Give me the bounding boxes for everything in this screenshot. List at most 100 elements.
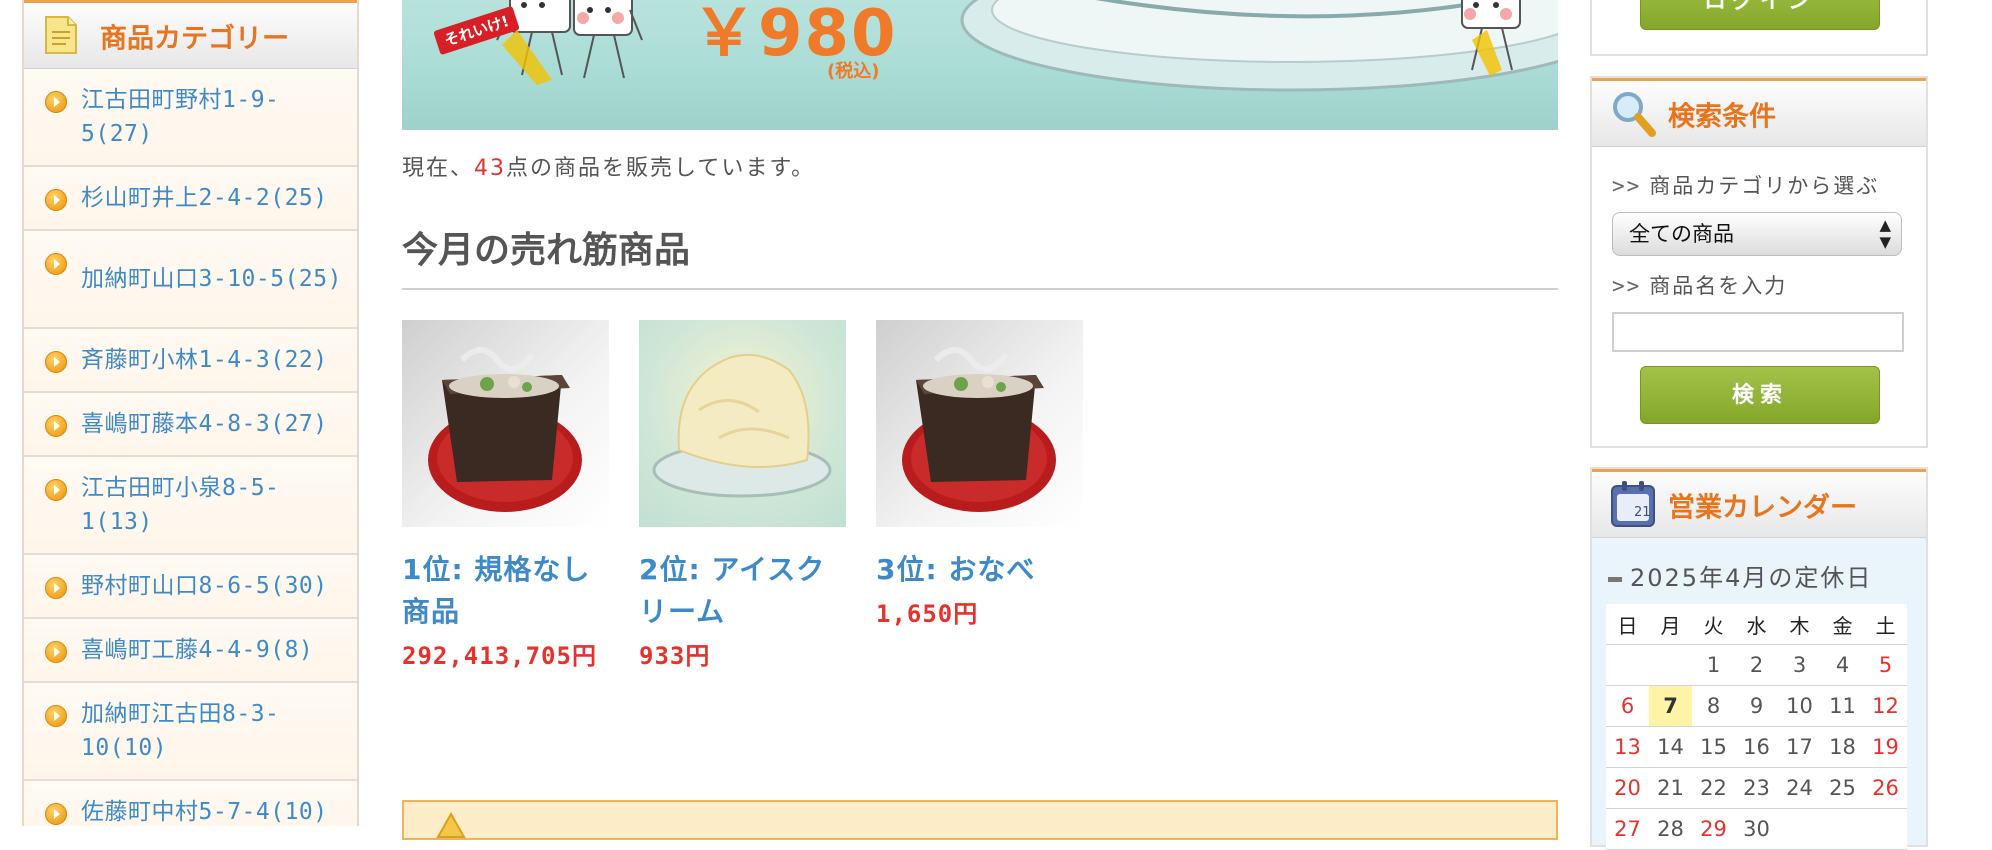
calendar-day: 26 [1864,767,1907,809]
product-image-nabe[interactable] [876,320,1083,527]
calendar-day: 21 [1649,767,1692,809]
calendar-day: 28 [1649,808,1692,850]
category-item-label[interactable]: 杉山町井上2-4-2(25) [81,181,328,215]
category-item-label[interactable]: 加納町江古田8-3-10(10) [81,697,351,765]
calendar-body: 2025年4月の定休日 日月火水木金土 1 2 3 4 5 6 7 8 9 10 11 12 13 14 1… [1592,538,1926,850]
double-chevron-icon: >> [1612,174,1642,198]
category-item-label[interactable]: 野村町山口8-6-5(30) [81,569,328,603]
ranking-title: 今月の売れ筋商品 [402,224,1558,290]
intro-prefix: 現在、 [402,156,475,181]
calendar-day: 14 [1649,726,1692,768]
calendar-day [1864,808,1907,850]
calendar-weekday: 水 [1735,604,1778,645]
category-item[interactable]: 加納町江古田8-3-10(10) [24,683,357,781]
calendar-week-row: 13 14 15 16 17 18 19 [1606,726,1907,768]
category-item-label[interactable]: 喜嶋町藤本4-8-3(27) [81,407,328,441]
category-item[interactable]: 江古田町小泉8-5-1(13) [24,457,357,555]
product-image-nabe[interactable] [402,320,609,527]
category-item[interactable]: 斉藤町小林1-4-3(22) [24,329,357,393]
search-box: 検索条件 >> 商品カテゴリから選ぶ 全ての商品 ▲ ▼ >> 商品名を入力 検索 [1590,76,1928,448]
svg-text:21: 21 [1634,505,1651,520]
arrow-bullet-icon [45,415,67,437]
category-item-label[interactable]: 江古田町野村1-9-5(27) [81,83,351,151]
calendar-day: 12 [1864,685,1907,727]
dash-icon [1608,576,1622,582]
category-item[interactable]: 喜嶋町藤本4-8-3(27) [24,393,357,457]
magnifier-icon [1610,89,1658,143]
product-count-text: 現在、43点の商品を販売しています。 [402,150,815,182]
ranking-product-1[interactable]: 1位: 規格なし商品 292,413,705円 [402,320,609,673]
calendar-table: 日月火水木金土 1 2 3 4 5 6 7 8 9 10 11 12 13 14 15 16 17 18 19 20 2… [1606,604,1907,850]
name-input-label-text: 商品名を入力 [1649,274,1788,298]
category-item[interactable]: 江古田町野村1-9-5(27) [24,69,357,167]
calendar-day: 7 [1649,685,1692,727]
recommend-box [402,800,1558,840]
select-arrows-icon: ▲ ▼ [1879,216,1891,251]
category-item-label[interactable]: 江古田町小泉8-5-1(13) [81,471,351,539]
calendar-day: 17 [1778,726,1821,768]
calendar-day: 23 [1735,767,1778,809]
category-item-label[interactable]: 斉藤町小林1-4-3(22) [81,343,328,377]
document-icon [44,15,78,55]
ice-cream-icon [652,353,832,498]
product-price: 292,413,705円 [402,642,597,670]
calendar-week-row: 27 28 29 30 [1606,808,1907,850]
product-image-ice-cream[interactable] [639,320,846,527]
category-item-label[interactable]: 佐藤町中村5-7-4(10) [81,795,328,826]
category-select[interactable]: 全ての商品 ▲ ▼ [1612,212,1902,256]
calendar-day: 1 [1692,644,1735,686]
product-price: 1,650円 [876,600,979,628]
banner-tax-note: (税込) [827,61,880,82]
category-item[interactable]: 野村町山口8-6-5(30) [24,555,357,619]
product-name[interactable]: 1位: 規格なし商品 [402,549,609,633]
calendar-day: 19 [1864,726,1907,768]
calendar-week-row: 6 7 8 9 10 11 12 [1606,685,1907,727]
calendar-weekday: 金 [1821,604,1864,645]
calendar-day: 6 [1606,685,1649,727]
search-button[interactable]: 検索 [1640,366,1880,424]
category-box-title: 商品カテゴリー [100,23,289,54]
login-button[interactable]: ログイン [1640,0,1880,30]
product-name[interactable]: 2位: アイスクリーム [639,549,846,633]
calendar-weekday: 火 [1692,604,1735,645]
category-item-label[interactable]: 喜嶋町工藤4-4-9(8) [81,633,313,667]
calendar-box-title: 営業カレンダー [1668,492,1857,523]
warning-icon [436,811,466,842]
calendar-weekday: 日 [1606,604,1649,645]
calendar-day: 5 [1864,644,1907,686]
category-item-label[interactable]: 加納町山口3-10-5(25) [81,262,342,296]
calendar-day: 30 [1735,808,1778,850]
arrow-bullet-icon [45,479,67,501]
calendar-day [1606,644,1649,686]
product-price: 933円 [639,642,711,670]
calendar-day: 2 [1735,644,1778,686]
calendar-icon: 21 [1610,480,1656,532]
ranking-product-3[interactable]: 3位: おなべ 1,650円 [876,320,1083,631]
arrow-bullet-icon [45,577,67,599]
category-item[interactable]: 杉山町井上2-4-2(25) [24,167,357,231]
calendar-weekday-row: 日月火水木金土 [1606,604,1907,645]
calendar-day: 11 [1821,685,1864,727]
arrow-bullet-icon [45,91,67,113]
product-name-input[interactable] [1612,312,1904,352]
calendar-day [1821,808,1864,850]
search-box-title: 検索条件 [1668,101,1776,132]
category-item[interactable]: 加納町山口3-10-5(25) [24,231,357,329]
intro-suffix: 点の商品を販売しています。 [506,156,816,181]
calendar-day: 4 [1821,644,1864,686]
calendar-day [1778,808,1821,850]
arrow-bullet-icon [45,803,67,825]
ranking-product-2[interactable]: 2位: アイスクリーム 933円 [639,320,846,673]
category-item[interactable]: 佐藤町中村5-7-4(10) [24,781,357,826]
calendar-day: 22 [1692,767,1735,809]
calendar-day: 9 [1735,685,1778,727]
calendar-day [1649,644,1692,686]
calendar-day: 15 [1692,726,1735,768]
product-name[interactable]: 3位: おなべ [876,549,1083,591]
product-count: 43 [474,156,507,181]
name-input-label: >> 商品名を入力 [1612,270,1787,300]
category-item[interactable]: 喜嶋町工藤4-4-9(8) [24,619,357,683]
campaign-banner[interactable]: それいけ! ￥980 (税込) [402,0,1558,130]
calendar-box: 21 営業カレンダー 2025年4月の定休日 日月火水木金土 123456789… [1590,467,1928,850]
login-box: ログイン [1590,0,1928,56]
